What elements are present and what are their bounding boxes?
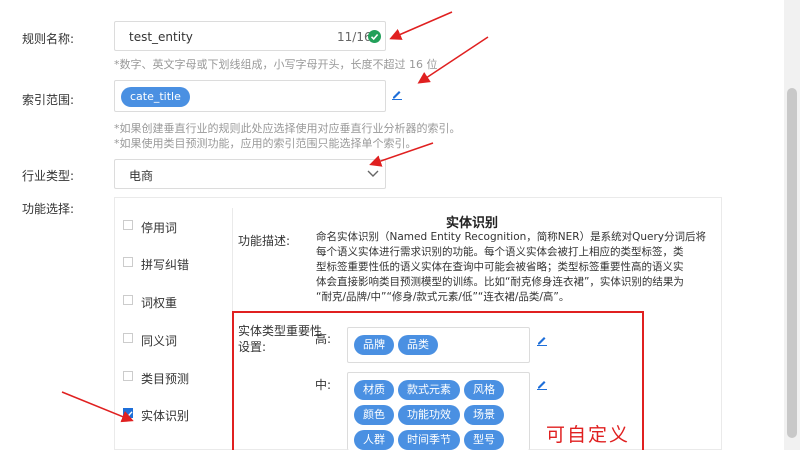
arrow: [417, 36, 489, 84]
scrollbar-thumb[interactable]: [787, 88, 797, 438]
scrollbar[interactable]: [784, 0, 800, 450]
arrow: [61, 391, 134, 423]
arrow: [389, 11, 453, 40]
arrow: [369, 142, 434, 167]
annotation-arrows: [61, 11, 489, 423]
